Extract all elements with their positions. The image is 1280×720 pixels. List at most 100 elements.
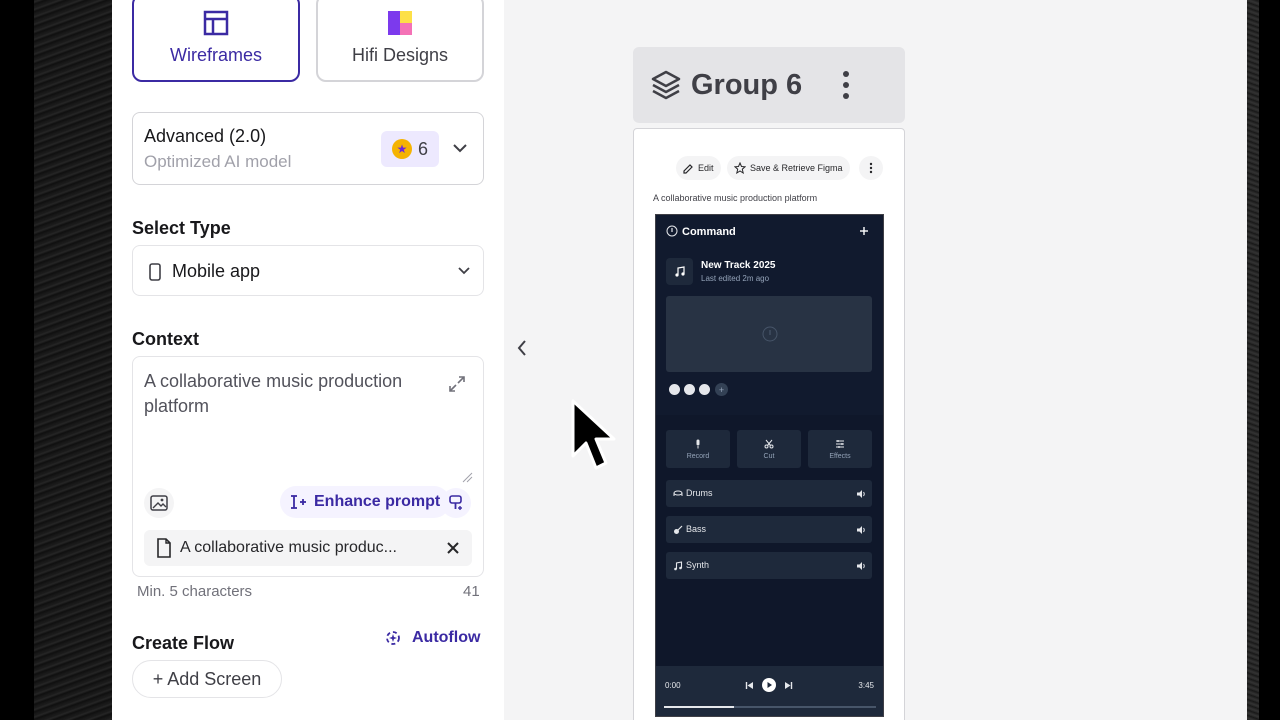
progress-fill: [664, 706, 734, 708]
palette-icon: [388, 11, 412, 35]
mode-hifi-card[interactable]: Hifi Designs: [316, 0, 484, 82]
brush-icon: [449, 495, 462, 510]
play-icon[interactable]: [762, 678, 776, 692]
frame-more-button[interactable]: [859, 156, 883, 180]
edit-button[interactable]: Edit: [676, 156, 721, 180]
avatar: [683, 383, 696, 396]
instrument-row-synth[interactable]: Synth: [666, 552, 872, 579]
chevron-down-icon: [453, 144, 467, 153]
frame-description: A collaborative music production platfor…: [653, 193, 818, 203]
min-characters-hint: Min. 5 characters: [137, 583, 253, 600]
context-textarea[interactable]: A collaborative music production platfor…: [132, 356, 484, 577]
prompt-style-button[interactable]: [441, 488, 471, 518]
pencil-icon: [683, 163, 693, 174]
autoflow-button[interactable]: Autoflow: [382, 627, 480, 649]
tool-cut[interactable]: Cut: [737, 430, 801, 468]
collaborator-avatars: +: [668, 383, 728, 396]
screen-frame-card[interactable]: Edit Save & Retrieve Figma A collaborati…: [633, 128, 905, 720]
instrument-name: Synth: [686, 560, 710, 570]
autoflow-label: Autoflow: [412, 629, 481, 646]
resize-handle-icon[interactable]: [461, 471, 473, 483]
track-name: New Track 2025: [701, 260, 776, 271]
time-end: 3:45: [858, 681, 874, 690]
add-collaborator-icon[interactable]: +: [715, 383, 728, 396]
info-icon: [666, 225, 678, 237]
file-icon: [157, 538, 171, 558]
plus-icon[interactable]: [859, 226, 869, 236]
music-note-icon: [666, 258, 693, 285]
model-subtitle: Optimized AI model: [144, 152, 292, 171]
context-label: Context: [132, 329, 199, 349]
microphone-icon: [696, 439, 700, 448]
type-select[interactable]: Mobile app: [132, 245, 484, 296]
image-upload-button[interactable]: [144, 488, 174, 518]
design-canvas[interactable]: Group 6 Edit Save & Retrieve Figma A col…: [504, 0, 1247, 720]
chevron-down-icon: [458, 267, 470, 275]
collapse-sidebar-icon[interactable]: [516, 338, 528, 358]
background-decoration-left: [0, 0, 112, 720]
context-text: A collaborative music production platfor…: [144, 371, 403, 416]
mode-label: Hifi Designs: [351, 45, 449, 65]
image-icon: [150, 495, 168, 511]
skip-back-icon[interactable]: [745, 681, 754, 690]
background-decoration-right: [1247, 0, 1280, 720]
select-type-label: Select Type: [132, 218, 231, 238]
tool-effects[interactable]: Effects: [808, 430, 872, 468]
progress-bar[interactable]: [664, 706, 876, 708]
music-note-icon: [674, 561, 683, 571]
scissors-icon: [764, 439, 774, 448]
volume-icon[interactable]: [856, 489, 867, 499]
phone-icon: [149, 263, 161, 281]
expand-icon[interactable]: [447, 374, 467, 394]
info-icon: [762, 326, 778, 342]
mobile-screen-preview[interactable]: Command New Track 2025 Last edited 2m ag…: [655, 214, 884, 717]
tool-label: Record: [686, 452, 710, 460]
save-retrieve-figma-button[interactable]: Save & Retrieve Figma: [727, 156, 850, 180]
add-screen-button[interactable]: + Add Screen: [132, 660, 282, 698]
mouse-cursor-icon: [571, 399, 616, 470]
time-start: 0:00: [665, 681, 681, 690]
save-retrieve-figma-label: Save & Retrieve Figma: [750, 163, 843, 173]
credit-count: 6: [417, 138, 428, 159]
coin-icon: ★: [391, 139, 412, 159]
instrument-row-drums[interactable]: Drums: [666, 480, 872, 507]
autoflow-icon: [386, 631, 400, 645]
layout-icon: [203, 10, 229, 36]
group-header[interactable]: Group 6: [633, 47, 905, 123]
avatar: [698, 383, 711, 396]
playback-bar: 0:00 3:45: [656, 666, 883, 716]
volume-icon[interactable]: [856, 525, 867, 535]
model-selector[interactable]: Advanced (2.0) Optimized AI model ★ 6: [132, 112, 484, 185]
close-icon[interactable]: [446, 541, 460, 555]
volume-icon[interactable]: [856, 561, 867, 571]
tool-label: Cut: [763, 452, 775, 460]
phone-title: Command: [682, 226, 736, 238]
type-select-value: Mobile app: [172, 261, 261, 281]
enhance-prompt-button[interactable]: Enhance prompt: [280, 486, 451, 518]
avatar: [668, 383, 681, 396]
more-options-icon[interactable]: [841, 69, 851, 101]
text-sparkle-icon: [291, 495, 306, 509]
drum-icon: [673, 490, 683, 496]
edit-label: Edit: [698, 163, 714, 173]
instrument-row-bass[interactable]: Bass: [666, 516, 872, 543]
tool-label: Effects: [829, 452, 851, 460]
group-title: Group 6: [691, 69, 803, 101]
tool-record[interactable]: Record: [666, 430, 730, 468]
more-options-icon: [869, 162, 873, 174]
sliders-icon: [836, 439, 844, 448]
add-screen-label: + Add Screen: [152, 668, 262, 689]
mode-wireframes-card[interactable]: Wireframes: [132, 0, 300, 82]
guitar-icon: [674, 525, 683, 534]
waveform-placeholder: [666, 296, 872, 372]
attached-file-name: A collaborative music produc...: [180, 539, 397, 556]
attached-file-chip: A collaborative music produc...: [144, 530, 472, 566]
instrument-name: Drums: [686, 488, 713, 498]
model-title: Advanced (2.0): [144, 126, 267, 146]
instrument-name: Bass: [686, 524, 707, 534]
star-icon: [734, 162, 746, 174]
mode-label: Wireframes: [169, 45, 262, 65]
credit-badge: ★ 6: [381, 131, 439, 167]
create-flow-label: Create Flow: [132, 633, 235, 653]
skip-forward-icon[interactable]: [784, 681, 793, 690]
